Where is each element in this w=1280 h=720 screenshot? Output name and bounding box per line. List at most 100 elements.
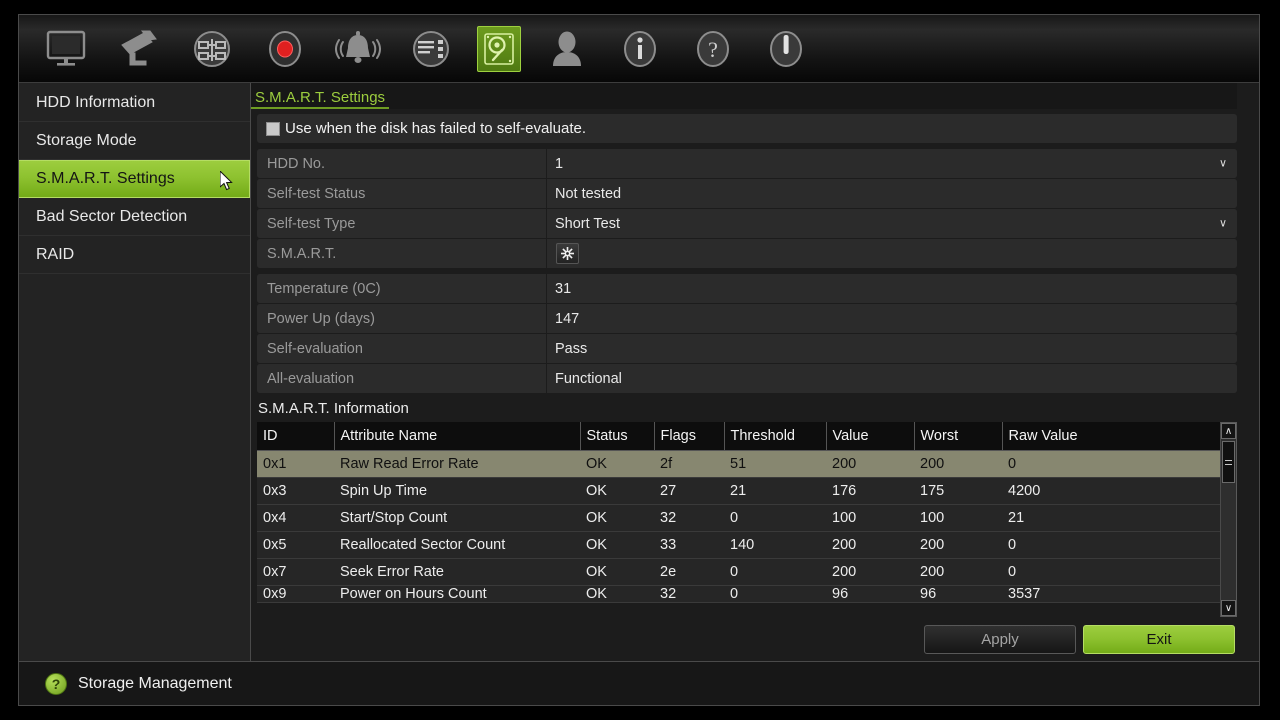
column-header-attribute-name[interactable]: Attribute Name xyxy=(334,422,581,451)
tab-bar: S.M.A.R.T. Settings xyxy=(251,83,1237,109)
column-header-value[interactable]: Value xyxy=(826,422,915,451)
temperature-value: 31 xyxy=(547,274,1237,303)
cell-status: OK xyxy=(580,477,654,505)
hdd-no-row[interactable]: HDD No. 1 ∨ xyxy=(257,149,1237,178)
cell-raw-value: 0 xyxy=(1002,531,1220,559)
column-header-raw-value[interactable]: Raw Value xyxy=(1002,422,1220,451)
temperature-row: Temperature (0C) 31 xyxy=(257,274,1237,303)
cell-flags: 2e xyxy=(654,558,724,586)
table-row[interactable]: 0x7 Seek Error Rate OK 2e 0 200 200 0 xyxy=(257,558,1220,586)
sidebar: HDD Information Storage Mode S.M.A.R.T. … xyxy=(19,83,251,661)
table-row[interactable]: 0x1 Raw Read Error Rate OK 2f 51 200 200… xyxy=(257,450,1220,478)
cell-id: 0x4 xyxy=(257,504,334,532)
cell-value: 96 xyxy=(826,585,914,603)
display-icon[interactable] xyxy=(39,23,93,75)
alarm-bell-icon[interactable] xyxy=(331,23,385,75)
smart-information-table: ID Attribute Name Status Flags Threshold… xyxy=(257,422,1220,603)
table-row[interactable]: 0x9 Power on Hours Count OK 32 0 96 96 3… xyxy=(257,585,1220,603)
cell-worst: 100 xyxy=(914,504,1002,532)
cell-flags: 33 xyxy=(654,531,724,559)
device-config-icon[interactable] xyxy=(404,23,458,75)
sidebar-item-raid[interactable]: RAID xyxy=(19,236,250,274)
hdd-icon[interactable] xyxy=(477,25,521,72)
cell-status: OK xyxy=(580,585,654,603)
table-vertical-scrollbar[interactable]: ∧ ∨ xyxy=(1220,422,1237,617)
record-icon[interactable] xyxy=(258,23,312,75)
sidebar-item-bad-sector-detection[interactable]: Bad Sector Detection xyxy=(19,198,250,236)
column-header-threshold[interactable]: Threshold xyxy=(724,422,827,451)
cell-attribute-name: Start/Stop Count xyxy=(334,504,580,532)
cell-status: OK xyxy=(580,531,654,559)
column-header-id[interactable]: ID xyxy=(257,422,335,451)
cell-flags: 32 xyxy=(654,504,724,532)
cell-raw-value: 0 xyxy=(1002,450,1220,478)
cell-id: 0x3 xyxy=(257,477,334,505)
self-test-type-row[interactable]: Self-test Type Short Test ∨ xyxy=(257,209,1237,238)
self-evaluate-checkbox[interactable] xyxy=(266,121,280,136)
cell-worst: 175 xyxy=(914,477,1002,505)
table-row[interactable]: 0x3 Spin Up Time OK 27 21 176 175 4200 xyxy=(257,477,1220,505)
sidebar-item-label: RAID xyxy=(36,245,75,263)
cell-attribute-name: Power on Hours Count xyxy=(334,585,580,603)
cell-id: 0x9 xyxy=(257,585,334,603)
cell-value: 176 xyxy=(826,477,914,505)
self-evaluate-checkbox-row[interactable]: Use when the disk has failed to self-eva… xyxy=(257,114,1237,143)
cell-threshold: 0 xyxy=(724,504,826,532)
gear-icon[interactable] xyxy=(556,243,579,264)
cell-value: 200 xyxy=(826,558,914,586)
sidebar-item-label: HDD Information xyxy=(36,93,156,111)
self-test-type-select[interactable]: Short Test ∨ xyxy=(547,209,1237,238)
sidebar-item-smart-settings[interactable]: S.M.A.R.T. Settings xyxy=(19,160,250,198)
smart-action-row: S.M.A.R.T. xyxy=(257,239,1237,268)
grip-line xyxy=(1225,459,1232,461)
exit-button[interactable]: Exit xyxy=(1083,624,1235,654)
self-evaluation-value: Pass xyxy=(547,334,1237,363)
hdd-no-value: 1 xyxy=(555,155,564,172)
cell-flags: 2f xyxy=(654,450,724,478)
column-header-worst[interactable]: Worst xyxy=(914,422,1003,451)
scroll-up-arrow-icon[interactable]: ∧ xyxy=(1221,423,1236,439)
scrollbar-thumb[interactable] xyxy=(1222,441,1235,483)
sidebar-item-hdd-information[interactable]: HDD Information xyxy=(19,84,250,122)
sidebar-item-storage-mode[interactable]: Storage Mode xyxy=(19,122,250,160)
tab-smart-settings[interactable]: S.M.A.R.T. Settings xyxy=(251,89,390,109)
cell-flags: 32 xyxy=(654,585,724,603)
cell-status: OK xyxy=(580,504,654,532)
scroll-down-arrow-icon[interactable]: ∨ xyxy=(1221,600,1236,616)
power-up-row: Power Up (days) 147 xyxy=(257,304,1237,333)
table-header-row: ID Attribute Name Status Flags Threshold… xyxy=(257,422,1220,451)
user-icon[interactable] xyxy=(540,23,594,75)
scrollbar-track[interactable] xyxy=(1221,483,1236,600)
help-icon[interactable]: ? xyxy=(45,672,67,695)
column-header-status[interactable]: Status xyxy=(580,422,655,451)
self-test-status-value: Not tested xyxy=(547,179,1237,208)
cell-raw-value: 0 xyxy=(1002,558,1220,586)
cell-threshold: 0 xyxy=(724,585,826,603)
chevron-down-icon: ∨ xyxy=(1218,217,1227,229)
network-icon[interactable] xyxy=(185,23,239,75)
info-icon[interactable] xyxy=(613,23,667,75)
cell-raw-value: 3537 xyxy=(1002,585,1220,603)
hdd-no-select[interactable]: 1 ∨ xyxy=(547,149,1237,178)
temperature-label: Temperature (0C) xyxy=(257,274,547,303)
apply-button[interactable]: Apply xyxy=(924,624,1076,654)
power-icon[interactable] xyxy=(759,23,813,75)
cell-flags: 27 xyxy=(654,477,724,505)
smart-information-table-scroll: ID Attribute Name Status Flags Threshold… xyxy=(257,422,1220,617)
body-split: HDD Information Storage Mode S.M.A.R.T. … xyxy=(19,83,1259,661)
cell-value: 200 xyxy=(826,531,914,559)
app-window: ? HDD Information Storage Mode S.M.A.R.T… xyxy=(18,14,1260,706)
help-icon[interactable]: ? xyxy=(686,23,740,75)
content-area: S.M.A.R.T. Settings Use when the disk ha… xyxy=(251,83,1259,661)
smart-settings-panel: Use when the disk has failed to self-eva… xyxy=(251,109,1237,661)
cell-attribute-name: Reallocated Sector Count xyxy=(334,531,580,559)
table-row[interactable]: 0x4 Start/Stop Count OK 32 0 100 100 21 xyxy=(257,504,1220,532)
action-button-bar: Apply Exit xyxy=(257,617,1237,661)
cell-id: 0x5 xyxy=(257,531,334,559)
all-evaluation-value: Functional xyxy=(547,364,1237,393)
column-header-flags[interactable]: Flags xyxy=(654,422,725,451)
camera-icon[interactable] xyxy=(112,23,166,75)
table-row[interactable]: 0x5 Reallocated Sector Count OK 33 140 2… xyxy=(257,531,1220,559)
sidebar-item-label: Storage Mode xyxy=(36,131,137,149)
cell-raw-value: 21 xyxy=(1002,504,1220,532)
